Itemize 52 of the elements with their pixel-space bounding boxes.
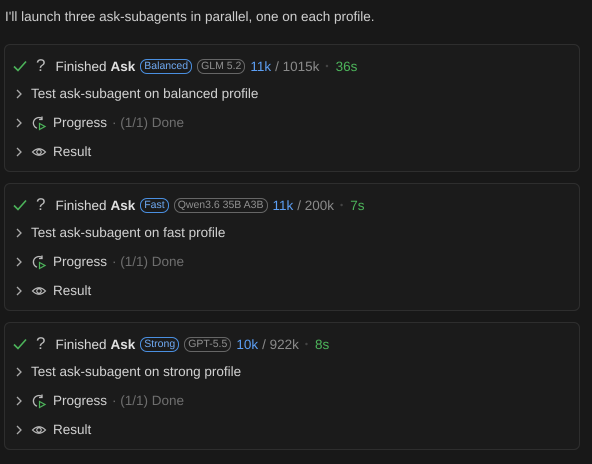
profile-badge: Fast bbox=[140, 198, 169, 212]
row-label[interactable]: Result bbox=[53, 144, 92, 159]
row-label[interactable]: Progress bbox=[53, 115, 108, 130]
model-badge: Qwen3.6 35B A3B bbox=[174, 198, 268, 212]
progress-icon bbox=[31, 392, 47, 408]
duration: 8s bbox=[315, 336, 330, 352]
profile-badge: Strong bbox=[140, 336, 180, 352]
row-label[interactable]: Progress bbox=[53, 254, 108, 269]
token-limit: / 1015k bbox=[275, 58, 320, 74]
chevron-icon[interactable] bbox=[15, 228, 23, 238]
token-count: 11k bbox=[250, 58, 272, 74]
progress-detail: · (1/1) Done bbox=[112, 254, 184, 269]
intro-text: I'll launch three ask-subagents in parallel, one on each profile. bbox=[4, 8, 376, 26]
task-status: Finished bbox=[55, 336, 106, 352]
duration: 36s bbox=[336, 58, 358, 74]
task-action: Ask bbox=[110, 198, 136, 212]
question-mark: ? bbox=[36, 56, 46, 76]
row-label[interactable]: Result bbox=[53, 422, 92, 437]
separator-dot: • bbox=[304, 339, 308, 349]
chevron-icon[interactable] bbox=[15, 88, 23, 98]
chevron-icon[interactable] bbox=[15, 146, 23, 156]
token-limit: / 200k bbox=[297, 198, 334, 212]
chevron-icon[interactable] bbox=[15, 366, 23, 376]
task-status: Finished bbox=[55, 198, 106, 212]
row-label[interactable]: Progress bbox=[53, 393, 108, 408]
progress-detail: · (1/1) Done bbox=[112, 115, 184, 130]
token-limit: / 922k bbox=[262, 336, 299, 352]
row-label[interactable]: Test ask-subagent on balanced profile bbox=[31, 86, 258, 101]
model-badge: GPT-5.5 bbox=[184, 336, 232, 352]
token-count: 10k bbox=[236, 336, 258, 352]
progress-icon bbox=[31, 114, 47, 130]
row-label[interactable]: Result bbox=[53, 283, 92, 298]
model-badge: GLM 5.2 bbox=[197, 58, 246, 74]
separator-dot: • bbox=[340, 200, 344, 210]
progress-icon bbox=[31, 254, 47, 270]
progress-detail: · (1/1) Done bbox=[112, 393, 184, 408]
chevron-icon[interactable] bbox=[15, 424, 23, 434]
row-label[interactable]: Test ask-subagent on strong profile bbox=[31, 364, 242, 379]
chevron-icon[interactable] bbox=[15, 256, 23, 266]
question-mark: ? bbox=[36, 195, 46, 215]
task-action: Ask bbox=[110, 336, 136, 352]
separator-dot: • bbox=[325, 61, 329, 71]
chevron-icon[interactable] bbox=[15, 118, 23, 128]
chevron-icon[interactable] bbox=[15, 286, 23, 296]
question-mark: ? bbox=[36, 334, 46, 354]
task-status: Finished bbox=[55, 58, 106, 74]
profile-badge: Balanced bbox=[140, 58, 192, 74]
row-label[interactable]: Test ask-subagent on fast profile bbox=[31, 225, 226, 240]
chevron-icon[interactable] bbox=[15, 396, 23, 406]
token-count: 11k bbox=[272, 198, 294, 212]
task-action: Ask bbox=[110, 58, 136, 74]
duration: 7s bbox=[350, 198, 364, 212]
